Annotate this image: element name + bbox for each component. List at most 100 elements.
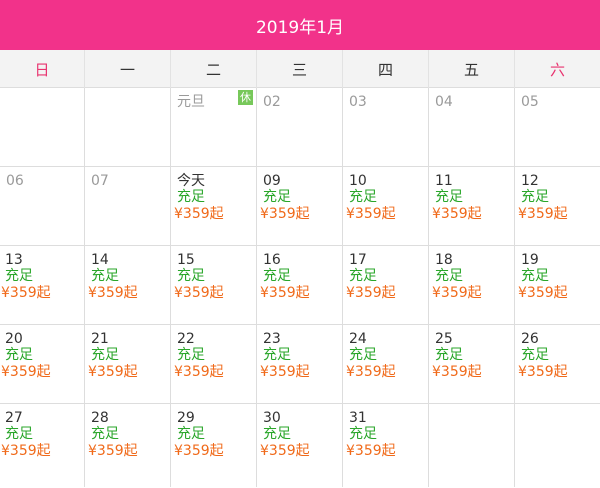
calendar-day-cell[interactable]: 21 充足 ¥359起: [84, 325, 170, 403]
day-number: 18: [435, 252, 453, 268]
calendar-week-row: 06 07 今天 充足 ¥359起 09 充足 ¥359起 10 充足 ¥359起 11 充足 ¥359起…: [0, 167, 600, 246]
price-label: ¥359起: [346, 443, 396, 459]
calendar-week-row: 27 充足 ¥359起 28 充足 ¥359起 29 充足 ¥359起 30 充足 ¥359起 31 充足…: [0, 404, 600, 487]
calendar-day-cell: 元旦 休: [170, 88, 256, 166]
holiday-badge: 休: [238, 90, 253, 105]
day-number: 11: [435, 173, 453, 189]
price-label: ¥359起: [1, 364, 51, 380]
weekday-header-row: 日 一 二 三 四 五 六: [0, 50, 600, 88]
day-number: 23: [263, 331, 281, 347]
calendar-day-cell[interactable]: 15 充足 ¥359起: [170, 246, 256, 324]
availability-status: 充足: [435, 347, 463, 363]
day-number: 10: [349, 173, 367, 189]
price-label: ¥359起: [1, 443, 51, 459]
weekday-fri: 五: [428, 50, 514, 88]
day-number: 27: [5, 410, 23, 426]
calendar-day-cell[interactable]: 18 充足 ¥359起: [428, 246, 514, 324]
availability-status: 充足: [521, 347, 549, 363]
day-number: 05: [521, 94, 539, 110]
day-number: 13: [5, 252, 23, 268]
day-number: 15: [177, 252, 195, 268]
calendar-day-cell[interactable]: 23 充足 ¥359起: [256, 325, 342, 403]
day-number: 06: [6, 173, 24, 189]
calendar-day-cell[interactable]: 30 充足 ¥359起: [256, 404, 342, 487]
day-number: 25: [435, 331, 453, 347]
calendar-day-cell[interactable]: 25 充足 ¥359起: [428, 325, 514, 403]
availability-status: 充足: [177, 189, 205, 205]
availability-status: 充足: [349, 268, 377, 284]
price-label: ¥359起: [346, 364, 396, 380]
day-number: 16: [263, 252, 281, 268]
availability-status: 充足: [349, 189, 377, 205]
calendar-day-cell[interactable]: 19 充足 ¥359起: [514, 246, 600, 324]
calendar-day-cell[interactable]: 29 充足 ¥359起: [170, 404, 256, 487]
calendar-day-cell[interactable]: 11 充足 ¥359起: [428, 167, 514, 245]
availability-status: 充足: [521, 189, 549, 205]
calendar-day-cell[interactable]: 20 充足 ¥359起: [0, 325, 84, 403]
calendar-day-cell: 06: [0, 167, 84, 245]
day-number: 19: [521, 252, 539, 268]
price-label: ¥359起: [518, 285, 568, 301]
availability-status: 充足: [91, 426, 119, 442]
calendar-day-cell[interactable]: 今天 充足 ¥359起: [170, 167, 256, 245]
calendar-week-row: 元旦 休 02 03 04 05: [0, 88, 600, 167]
calendar-week-row: 13 充足 ¥359起 14 充足 ¥359起 15 充足 ¥359起 16 充足 ¥359起 17 充足…: [0, 246, 600, 325]
availability-status: 充足: [349, 347, 377, 363]
day-number: 03: [349, 94, 367, 110]
calendar-day-cell: 03: [342, 88, 428, 166]
calendar-day-cell[interactable]: 24 充足 ¥359起: [342, 325, 428, 403]
price-label: ¥359起: [432, 364, 482, 380]
day-number: 04: [435, 94, 453, 110]
day-number: 09: [263, 173, 281, 189]
weekday-wed: 三: [256, 50, 342, 88]
calendar-day-cell[interactable]: 09 充足 ¥359起: [256, 167, 342, 245]
price-label: ¥359起: [174, 285, 224, 301]
calendar-day-cell[interactable]: 22 充足 ¥359起: [170, 325, 256, 403]
price-label: ¥359起: [346, 206, 396, 222]
price-label: ¥359起: [174, 443, 224, 459]
availability-status: 充足: [349, 426, 377, 442]
day-number: 24: [349, 331, 367, 347]
price-label: ¥359起: [432, 285, 482, 301]
calendar-day-cell: 04: [428, 88, 514, 166]
calendar-grid: 元旦休 02 03 04 05 06 07 今天 充足 ¥359起 09 充足 ¥359起 10 充足 ¥35…: [0, 88, 600, 488]
day-number: 17: [349, 252, 367, 268]
day-number: 07: [91, 173, 109, 189]
availability-status: 充足: [91, 268, 119, 284]
calendar-day-cell[interactable]: 27 充足 ¥359起: [0, 404, 84, 487]
calendar-day-cell[interactable]: 17 充足 ¥359起: [342, 246, 428, 324]
day-number: 28: [91, 410, 109, 426]
calendar-day-cell: [514, 404, 600, 487]
availability-status: 充足: [521, 268, 549, 284]
calendar-day-cell[interactable]: 31 充足 ¥359起: [342, 404, 428, 487]
calendar-day-cell[interactable]: 28 充足 ¥359起: [84, 404, 170, 487]
calendar-day-cell[interactable]: 10 充足 ¥359起: [342, 167, 428, 245]
price-label: ¥359起: [260, 285, 310, 301]
calendar-day-cell[interactable]: 14 充足 ¥359起: [84, 246, 170, 324]
day-number: 20: [5, 331, 23, 347]
availability-status: 充足: [435, 268, 463, 284]
calendar-day-cell[interactable]: 13 充足 ¥359起: [0, 246, 84, 324]
weekday-thu: 四: [342, 50, 428, 88]
day-number: 26: [521, 331, 539, 347]
availability-status: 充足: [177, 347, 205, 363]
calendar-day-cell[interactable]: 26 充足 ¥359起: [514, 325, 600, 403]
day-number: 22: [177, 331, 195, 347]
availability-status: 充足: [177, 426, 205, 442]
calendar-week-row: 20 充足 ¥359起 21 充足 ¥359起 22 充足 ¥359起 23 充足 ¥359起 24 充足…: [0, 325, 600, 404]
availability-status: 充足: [91, 347, 119, 363]
price-label: ¥359起: [518, 364, 568, 380]
calendar-day-cell: 07: [84, 167, 170, 245]
price-label: ¥359起: [346, 285, 396, 301]
calendar-day-cell[interactable]: 16 充足 ¥359起: [256, 246, 342, 324]
weekday-sun: 日: [34, 60, 50, 79]
day-number: 31: [349, 410, 367, 426]
calendar-day-cell[interactable]: 12 充足 ¥359起: [514, 167, 600, 245]
price-label: ¥359起: [260, 206, 310, 222]
day-number: 14: [91, 252, 109, 268]
weekday-tue: 二: [170, 50, 256, 88]
availability-status: 充足: [435, 189, 463, 205]
availability-status: 充足: [263, 189, 291, 205]
price-label: ¥359起: [260, 364, 310, 380]
calendar-day-cell: 05: [514, 88, 600, 166]
